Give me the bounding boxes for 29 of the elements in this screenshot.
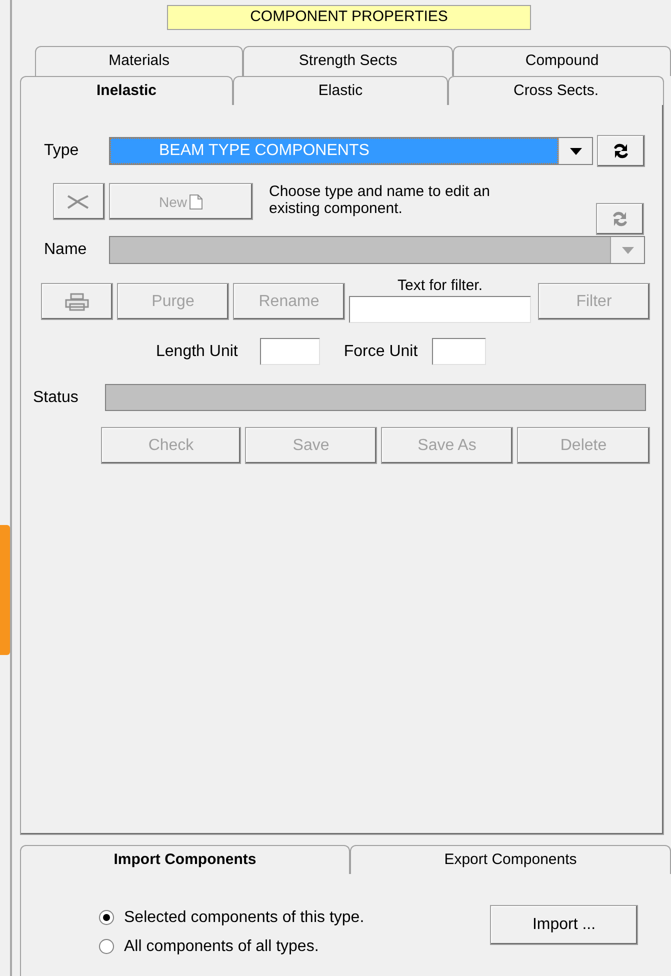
tab[interactable]: Strength Sects [243, 46, 454, 76]
filter-field[interactable] [349, 296, 531, 323]
tab[interactable]: Elastic [233, 76, 448, 105]
caret-icon [570, 148, 582, 154]
tab[interactable]: Cross Sects. [448, 76, 664, 105]
type-label: Type [43, 141, 80, 161]
radio-label: Selected components of this type. [124, 908, 364, 928]
caret-icon [622, 246, 634, 254]
hint-text: Choose type and name to edit an existing component. [269, 183, 491, 217]
radio-button[interactable] [99, 910, 114, 925]
length-unit-label: Length Unit [156, 342, 238, 362]
radio-button[interactable] [99, 939, 114, 954]
filter-label: Text for filter. [397, 276, 483, 296]
status-label: Status [32, 388, 80, 408]
tab[interactable]: Export Components [350, 845, 671, 874]
radio-label: All components of all types. [124, 936, 319, 956]
force-unit-field[interactable] [432, 338, 486, 365]
import-button[interactable]: Import ... [490, 905, 638, 945]
tab[interactable]: Compound [453, 46, 671, 76]
force-unit-label: Force Unit [344, 342, 418, 362]
tab[interactable]: Import Components [20, 845, 350, 874]
length-unit-field[interactable] [260, 338, 320, 365]
tab[interactable]: Materials [35, 46, 244, 76]
refresh-button[interactable] [597, 135, 645, 167]
tab[interactable]: Inelastic [20, 76, 233, 105]
printer-icon [64, 292, 90, 310]
panel-title: COMPONENT PROPERTIES [167, 5, 531, 30]
page-icon [189, 194, 203, 210]
name-label: Name [43, 240, 88, 260]
